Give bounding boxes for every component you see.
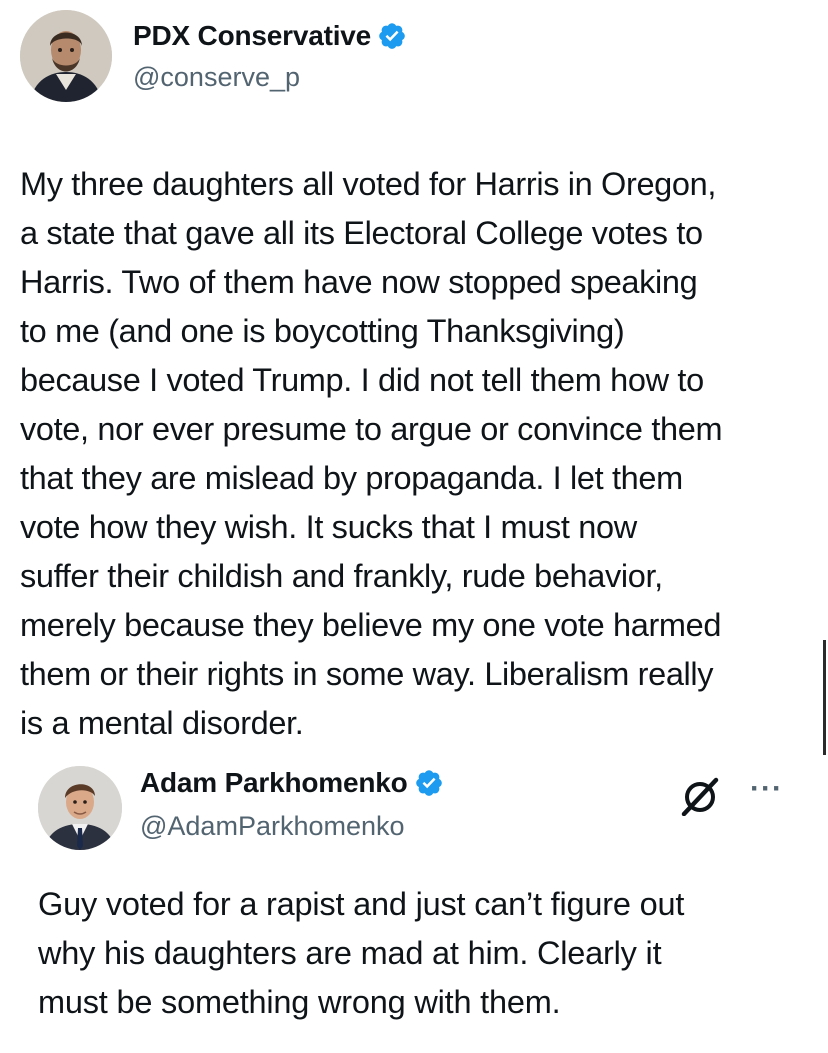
avatar-portrait-image [20,10,112,102]
display-name[interactable]: Adam Parkhomenko [140,767,408,799]
user-handle[interactable]: @conserve_p [133,62,300,93]
user-handle[interactable]: @AdamParkhomenko [140,811,405,842]
verified-badge-icon [415,770,442,796]
top-tweet: PDX Conservative @conserve_p My three da… [0,0,828,750]
author-name-row: PDX Conservative [133,20,407,52]
verified-badge-icon [379,23,405,49]
more-options-icon[interactable]: ··· [750,774,783,804]
avatar[interactable] [20,10,112,102]
tweet-text: Guy voted for a rapist and just can’t fi… [38,886,685,1020]
tweet-text: My three daughters all voted for Harris … [20,166,723,741]
author-name-row: Adam Parkhomenko [140,767,444,799]
display-name[interactable]: PDX Conservative [133,20,371,52]
avatar-portrait-image [38,766,122,850]
avatar[interactable] [38,766,122,850]
quote-frame-edge [823,640,828,755]
grok-icon[interactable] [678,776,722,816]
